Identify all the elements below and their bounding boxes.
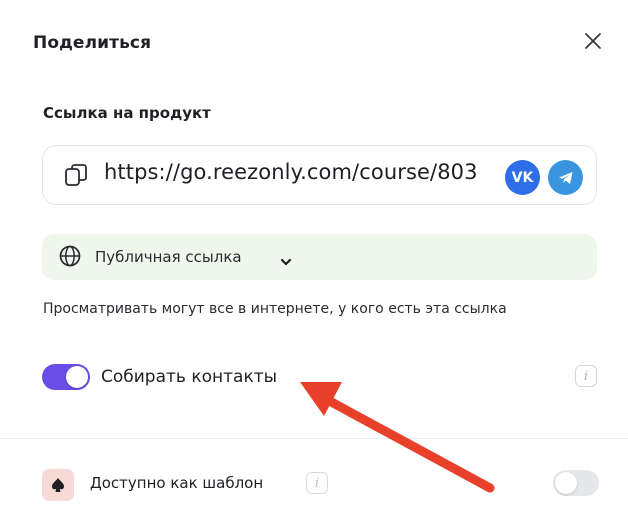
template-label: Доступно как шаблон	[90, 474, 264, 492]
collect-contacts-toggle[interactable]	[42, 364, 90, 390]
chevron-down-icon[interactable]	[280, 252, 292, 266]
close-button[interactable]	[577, 25, 609, 57]
toggle-knob	[66, 366, 88, 388]
globe-icon	[58, 244, 82, 268]
dialog-title: Поделиться	[33, 33, 152, 53]
telegram-icon	[558, 171, 572, 184]
copy-icon	[65, 164, 87, 186]
close-icon	[585, 33, 601, 49]
template-info-icon[interactable]: i	[306, 472, 328, 494]
share-telegram-button[interactable]	[548, 160, 583, 195]
access-description: Просматривать могут все в интернете, у к…	[43, 301, 507, 317]
template-toggle[interactable]	[553, 470, 599, 496]
link-label: Ссылка на продукт	[43, 104, 211, 122]
vk-icon: VK	[511, 169, 534, 186]
template-icon-badge	[42, 469, 74, 501]
toggle-knob	[555, 472, 577, 494]
share-vk-button[interactable]: VK	[505, 160, 540, 195]
collect-contacts-label: Собирать контакты	[101, 367, 278, 387]
access-mode-label[interactable]: Публичная ссылка	[95, 248, 242, 266]
spade-icon	[52, 478, 64, 492]
section-divider	[0, 438, 628, 439]
product-url[interactable]: https://go.reezonly.com/course/803	[104, 160, 478, 184]
collect-contacts-info-icon[interactable]: i	[575, 365, 597, 387]
copy-button[interactable]	[63, 162, 89, 188]
